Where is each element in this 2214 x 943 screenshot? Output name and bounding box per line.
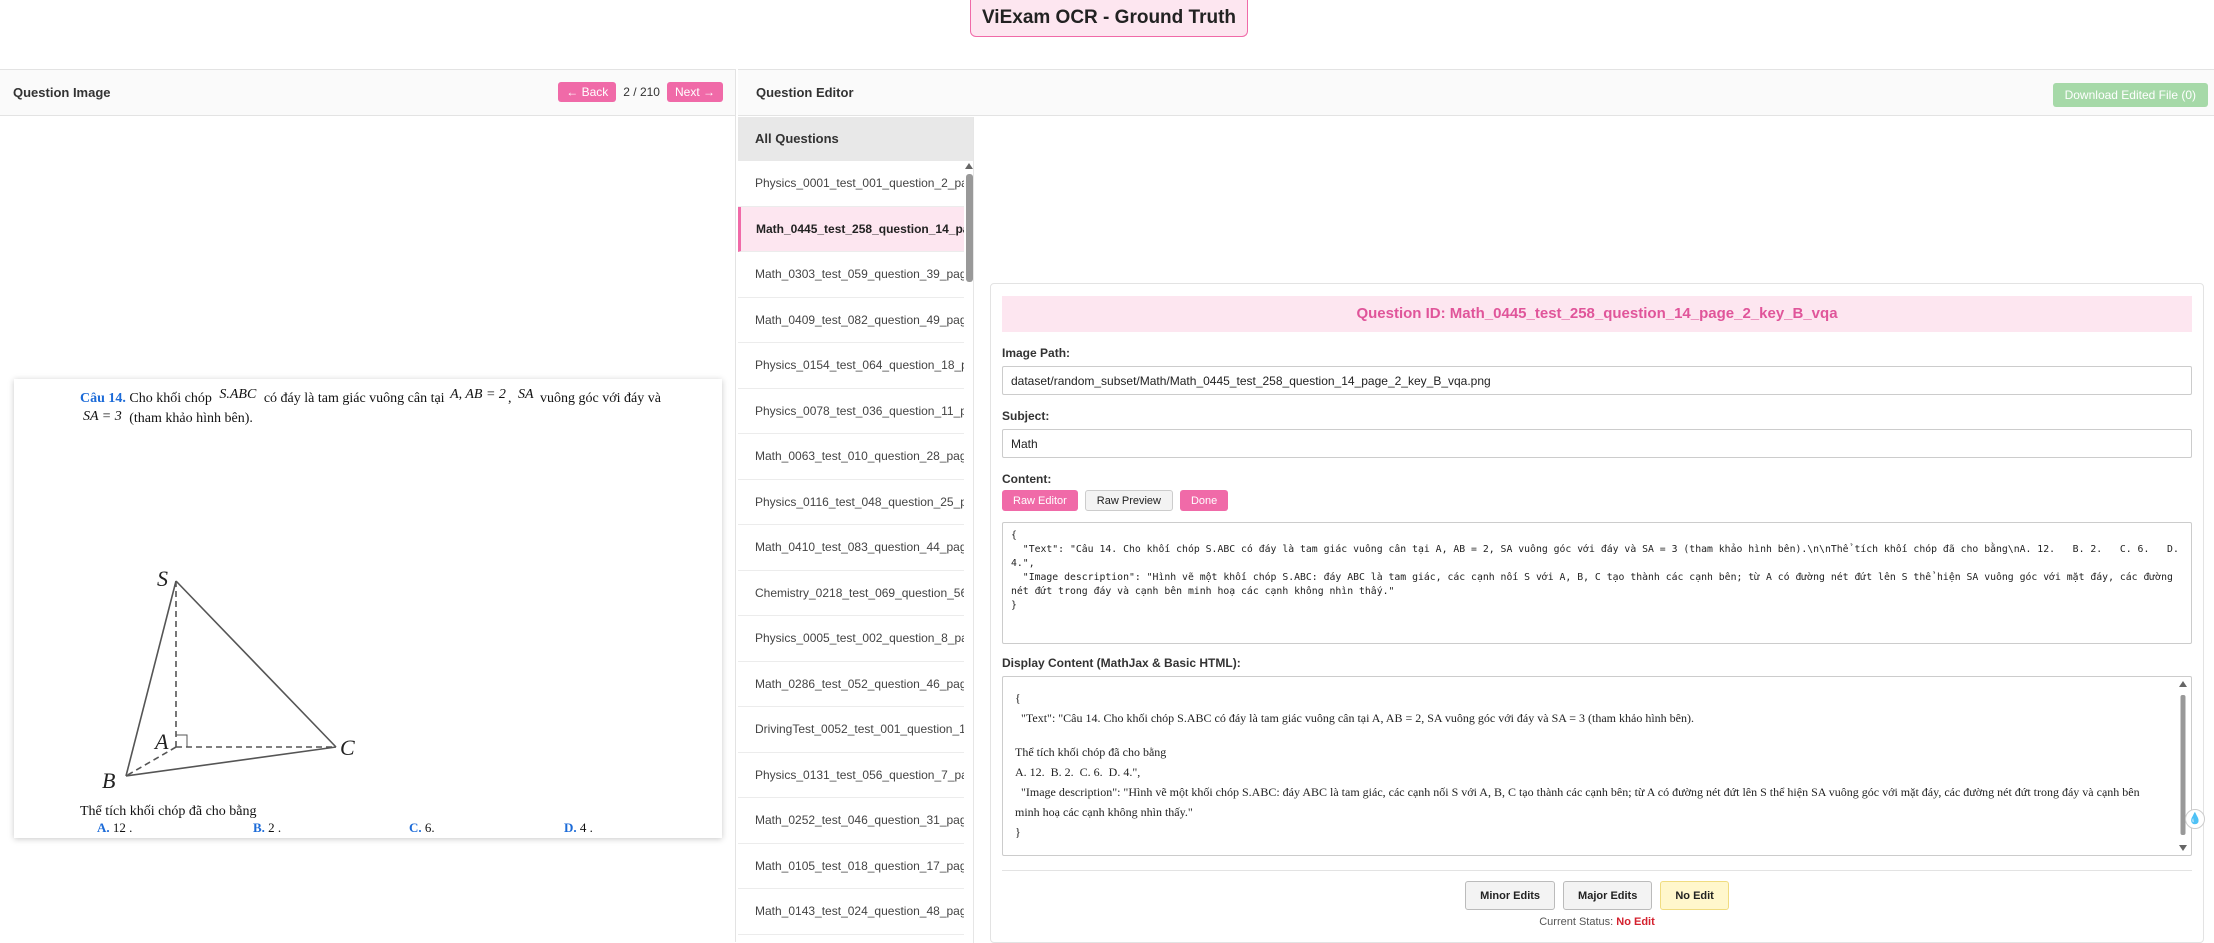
question-list-item[interactable]: Math_0409_test_082_question_49_page_6 [738, 298, 964, 343]
content-label: Content: [1002, 472, 1052, 486]
panel-title: Question Image [13, 85, 111, 100]
display-scrollbar[interactable] [2179, 681, 2187, 851]
question-list-item[interactable]: Physics_0078_test_036_question_11_page_2 [738, 389, 964, 434]
question-list-scroll-thumb[interactable] [966, 174, 973, 282]
content-mode-buttons: Raw Editor Raw Preview Done [1002, 490, 2192, 511]
question-ask: Thể tích khối chóp đã cho bằng [80, 804, 257, 819]
question-list-item[interactable]: Physics_0001_test_001_question_2_page_1 [738, 161, 964, 207]
display-line: } [1015, 825, 1021, 839]
image-path-input[interactable] [1002, 366, 2192, 395]
edge-sc [175, 580, 337, 748]
raw-content-editor[interactable]: { "Text": "Câu 14. Cho khối chóp S.ABC c… [1002, 522, 2192, 644]
subject-input[interactable] [1002, 429, 2192, 458]
right-angle-mark [176, 734, 188, 747]
label-a: A [153, 729, 169, 754]
question-list-item[interactable]: Physics_0116_test_048_question_25_page_3 [738, 480, 964, 525]
raw-editor-button[interactable]: Raw Editor [1002, 490, 1078, 511]
image-path-label: Image Path: [1002, 346, 1071, 360]
status-value: No Edit [1616, 916, 1655, 928]
question-editor-panel: Question Editor Download Edited File (0)… [738, 69, 2214, 943]
pyramid-figure: S A B C [102, 566, 355, 793]
question-editor-header: Question Editor Download Edited File (0) [738, 70, 2214, 116]
label-s: S [157, 566, 168, 591]
scroll-up-icon[interactable] [965, 163, 973, 169]
page-indicator: 2 / 210 [623, 85, 660, 99]
scroll-down-icon [2179, 845, 2187, 851]
display-content-label: Display Content (MathJax & Basic HTML): [1002, 656, 1241, 670]
edit-form: Question ID: Math_0445_test_258_question… [990, 283, 2205, 943]
editor-title: Question Editor [756, 85, 854, 100]
subject-label: Subject: [1002, 409, 1050, 423]
question-list-item[interactable]: Math_0410_test_083_question_44_page_5 [738, 525, 964, 571]
question-list-item-active[interactable]: Math_0445_test_258_question_14_page_2 [738, 206, 964, 252]
question-list-item[interactable]: DrivingTest_0052_test_001_question_146_p… [738, 707, 964, 753]
option-b: B. 2 . [253, 820, 282, 835]
question-list-item[interactable]: Physics_0131_test_056_question_7_page_1 [738, 753, 964, 798]
scroll-up-icon [2179, 681, 2187, 687]
display-line: "Text": "Câu 14. Cho khối chóp S.ABC có … [1015, 711, 1694, 725]
question-image: Câu 14. Cho khối chóp S.ABC có đáy là ta… [14, 379, 722, 838]
divider [1002, 870, 2192, 871]
option-a: A. 12 . [97, 820, 133, 835]
question-list: All Questions Physics_0001_test_001_ques… [738, 117, 974, 943]
question-list-item[interactable]: Math_0303_test_059_question_39_page_4 [738, 252, 964, 298]
display-line [1015, 728, 2151, 742]
question-list-header: All Questions [738, 117, 973, 161]
minor-edits-button[interactable]: Minor Edits [1465, 881, 1556, 910]
label-b: B [102, 768, 115, 793]
no-edit-button[interactable]: No Edit [1660, 881, 1729, 910]
edit-status-buttons: Minor Edits Major Edits No Edit [1002, 881, 2192, 910]
question-list-item[interactable]: Physics_0154_test_064_question_18_page_2 [738, 343, 964, 389]
next-button[interactable]: Next → [666, 82, 723, 102]
drop-icon[interactable]: 💧 [2185, 809, 2205, 829]
edge-sb [125, 580, 177, 777]
question-list-item[interactable]: Math_0105_test_018_question_17_page_4 [738, 844, 964, 889]
display-lines: { "Text": "Câu 14. Cho khối chóp S.ABC c… [1015, 688, 2151, 842]
question-list-item[interactable]: Chemistry_0218_test_069_question_56_page… [738, 571, 964, 616]
raw-preview-button[interactable]: Raw Preview [1084, 490, 1173, 511]
edge-ab [125, 746, 177, 777]
question-list-item[interactable]: Math_0252_test_046_question_31_page_4 [738, 798, 964, 844]
question-list-item[interactable]: Physics_0005_test_002_question_8_page_1 [738, 616, 964, 662]
major-edits-button[interactable]: Major Edits [1563, 881, 1653, 910]
current-status: Current Status: No Edit [1539, 916, 1655, 928]
back-button[interactable]: ← Back [558, 82, 617, 102]
app-title: ViExam OCR - Ground Truth [970, 0, 1248, 37]
download-edited-button[interactable]: Download Edited File (0) [2052, 83, 2208, 107]
question-list-item[interactable]: Math_0143_test_024_question_48_page_6 [738, 889, 964, 935]
question-list-item[interactable]: Math_0063_test_010_question_28_page_4 [738, 434, 964, 480]
option-d: D. 4 . [564, 820, 593, 835]
done-button[interactable]: Done [1179, 490, 1229, 511]
display-content: { "Text": "Câu 14. Cho khối chóp S.ABC c… [1002, 676, 2192, 856]
question-image-panel: Question Image ← Back 2 / 210 Next → Câu… [0, 69, 736, 942]
display-line: A. 12. B. 2. C. 6. D. 4.", [1015, 765, 1141, 779]
question-list-item[interactable]: Math_0286_test_052_question_46_page_5 [738, 662, 964, 707]
question-list-items: Physics_0001_test_001_question_2_page_1M… [738, 161, 973, 935]
question-id-banner: Question ID: Math_0445_test_258_question… [1002, 296, 2192, 332]
display-line: { [1015, 691, 1021, 705]
display-line: Thể tích khối chóp đã cho bằng [1015, 745, 1167, 759]
label-c: C [340, 735, 355, 760]
scroll-thumb [2180, 695, 2186, 835]
pager: ← Back 2 / 210 Next → [558, 82, 723, 102]
display-line: "Image description": "Hình vẽ một khối c… [1015, 785, 2143, 819]
option-c: C. 6. [409, 820, 435, 835]
